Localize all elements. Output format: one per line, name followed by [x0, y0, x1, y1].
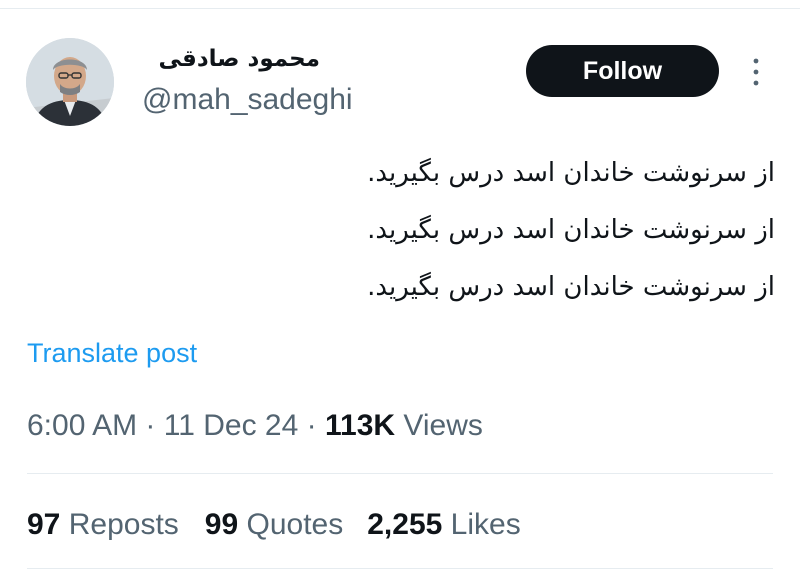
- reposts-label: Reposts: [68, 508, 179, 541]
- quotes-stat[interactable]: 99 Quotes: [205, 508, 343, 541]
- reposts-count: 97: [27, 508, 61, 541]
- views-count: 113K: [324, 409, 396, 442]
- quotes-count: 99: [204, 508, 239, 541]
- meta-separator: ·: [145, 409, 156, 442]
- meta-separator: ·: [306, 409, 317, 442]
- quotes-label: Quotes: [246, 508, 344, 541]
- likes-label: Likes: [450, 508, 521, 541]
- post-meta: 6:00 AM · 11 Dec 24 · 113K Views: [27, 406, 483, 446]
- views-label: Views: [403, 409, 483, 442]
- avatar-image: [26, 38, 114, 126]
- engagement-stats: 97 Reposts 99 Quotes 2,255 Likes: [27, 505, 521, 545]
- user-handle[interactable]: @mah_sadeghi: [142, 82, 353, 118]
- post-text: از سرنوشت خاندان اسد درس بگیرید. از سرنو…: [230, 145, 775, 316]
- stats-divider: [27, 473, 773, 474]
- reposts-stat[interactable]: 97 Reposts: [27, 508, 179, 541]
- post-time[interactable]: 6:00 AM: [27, 409, 137, 442]
- translate-post-link[interactable]: Translate post: [27, 336, 197, 370]
- more-vertical-icon[interactable]: [748, 55, 764, 89]
- post-line: از سرنوشت خاندان اسد درس بگیرید.: [367, 215, 775, 245]
- bottom-divider: [27, 568, 773, 569]
- post-line: از سرنوشت خاندان اسد درس بگیرید.: [367, 158, 775, 188]
- follow-button[interactable]: Follow: [526, 45, 719, 97]
- post-line: از سرنوشت خاندان اسد درس بگیرید.: [367, 272, 775, 302]
- display-name[interactable]: محمود صادقی: [142, 44, 320, 74]
- avatar[interactable]: [26, 38, 114, 126]
- likes-stat[interactable]: 2,255 Likes: [367, 508, 520, 541]
- likes-count: 2,255: [367, 508, 443, 541]
- post-date[interactable]: 11 Dec 24: [164, 409, 299, 442]
- top-divider: [0, 8, 800, 9]
